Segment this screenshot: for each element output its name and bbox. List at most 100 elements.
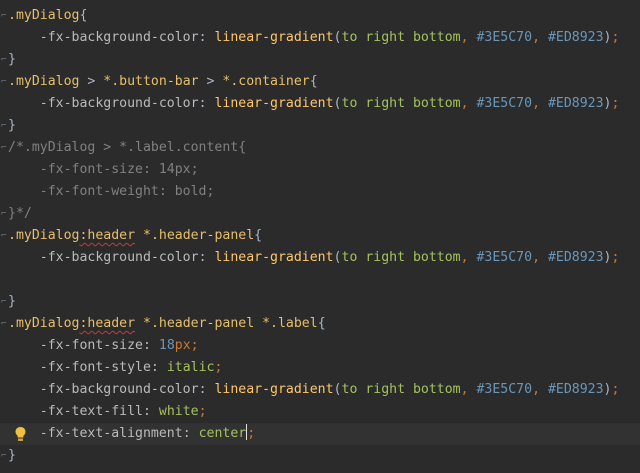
number-token: 18 bbox=[158, 338, 175, 353]
code-line[interactable]: ⌐}*/ bbox=[0, 203, 640, 225]
code-text[interactable]: .myDialog > *.button-bar > *.container{ bbox=[8, 71, 318, 93]
fold-marker-icon[interactable]: ⌐ bbox=[1, 5, 8, 27]
hex-color-token: #ED8923 bbox=[547, 382, 604, 397]
code-line[interactable]: ⌐ .myDialog:header *.header-panel *.label… bbox=[0, 313, 640, 335]
property-name-token: -fx-font-style bbox=[39, 360, 151, 375]
code-line[interactable]: ⌐ .myDialog > *.button-bar > *.container{ bbox=[0, 71, 640, 93]
code-line[interactable]: -fx-font-weight: bold; bbox=[0, 181, 640, 203]
css-selector-token: *.button-bar bbox=[103, 74, 199, 89]
code-editor[interactable]: ⌐ .myDialog{ -fx-background-color: linear… bbox=[0, 0, 640, 473]
fold-marker-icon[interactable]: ⌐ bbox=[1, 71, 8, 93]
property-name-token: -fx-font-size bbox=[39, 338, 143, 353]
text-token: { bbox=[254, 228, 263, 243]
punctuation-token: ; bbox=[611, 250, 620, 265]
css-selector-token: *.header-panel bbox=[143, 228, 255, 243]
punctuation-token: ; bbox=[611, 96, 620, 111]
text-token: : bbox=[198, 30, 215, 45]
code-text[interactable]: -fx-background-color: linear-gradient(to… bbox=[8, 93, 620, 115]
code-line[interactable]: ⌐ .myDialog{ bbox=[0, 5, 640, 27]
code-text[interactable]: -fx-background-color: linear-gradient(to… bbox=[8, 27, 620, 49]
value-keyword-token: to right bottom bbox=[341, 30, 461, 45]
code-line[interactable]: ⌐ .myDialog:header *.header-panel{ bbox=[0, 225, 640, 247]
code-line[interactable]: ⌐/*.myDialog > *.label.content{ bbox=[0, 137, 640, 159]
text-token: ( bbox=[333, 96, 342, 111]
hex-color-token: #3E5C70 bbox=[476, 96, 533, 111]
code-text[interactable]: } bbox=[8, 115, 16, 137]
fold-marker-icon[interactable]: ⌐ bbox=[1, 49, 8, 71]
text-token: } bbox=[8, 52, 16, 67]
pseudo-class-token: :header bbox=[79, 228, 136, 243]
punctuation-token: ; bbox=[247, 426, 256, 441]
css-selector-token: .myDialog bbox=[8, 8, 80, 23]
fold-marker-icon[interactable]: ⌐ bbox=[1, 291, 8, 313]
code-text[interactable]: -fx-font-style: italic; bbox=[8, 357, 223, 379]
code-line[interactable]: ⌐} bbox=[0, 115, 640, 137]
code-text[interactable]: .myDialog{ bbox=[8, 5, 87, 27]
punctuation-token: , bbox=[460, 382, 477, 397]
text-token: ( bbox=[333, 30, 342, 45]
code-text[interactable]: } bbox=[8, 49, 16, 71]
fold-marker-icon[interactable]: ⌐ bbox=[1, 313, 8, 335]
value-keyword-token: to right bottom bbox=[341, 250, 461, 265]
value-keyword-token: to right bottom bbox=[341, 382, 461, 397]
code-line[interactable]: ⌐} bbox=[0, 291, 640, 313]
punctuation-token: , bbox=[460, 96, 477, 111]
punctuation-token: , bbox=[460, 250, 477, 265]
code-text[interactable]: -fx-text-alignment: center; bbox=[8, 423, 255, 445]
code-line[interactable]: ⌐} bbox=[0, 445, 640, 467]
code-line[interactable]: -fx-background-color: linear-gradient(to… bbox=[0, 93, 640, 115]
fold-marker-icon[interactable]: ⌐ bbox=[1, 203, 8, 225]
property-name-token: -fx-text-fill bbox=[39, 404, 143, 419]
code-line[interactable]: -fx-background-color: linear-gradient(to… bbox=[0, 379, 640, 401]
code-text[interactable]: .myDialog:header *.header-panel{ bbox=[8, 225, 262, 247]
code-text[interactable]: -fx-background-color: linear-gradient(to… bbox=[8, 247, 620, 269]
code-line[interactable]: ⌐} bbox=[0, 49, 640, 71]
property-name-token: -fx-background-color bbox=[39, 382, 199, 397]
code-line[interactable]: -fx-font-style: italic; bbox=[0, 357, 640, 379]
code-text[interactable]: -fx-font-size: 18px; bbox=[8, 335, 199, 357]
code-text[interactable]: -fx-font-size: 14px; bbox=[8, 159, 199, 181]
code-text[interactable]: } bbox=[8, 291, 16, 313]
css-selector-token: *.header-panel bbox=[143, 316, 255, 331]
punctuation-token: , bbox=[532, 250, 548, 265]
code-text[interactable]: }*/ bbox=[8, 203, 32, 225]
code-line[interactable]: -fx-text-alignment: center; bbox=[0, 423, 640, 445]
code-text[interactable]: -fx-text-fill: white; bbox=[8, 401, 207, 423]
code-line[interactable]: -fx-background-color: linear-gradient(to… bbox=[0, 247, 640, 269]
css-selector-token: .myDialog bbox=[8, 228, 80, 243]
fold-marker-icon[interactable]: ⌐ bbox=[1, 225, 8, 247]
fold-marker-icon[interactable]: ⌐ bbox=[1, 115, 8, 137]
code-text[interactable]: .myDialog:header *.header-panel *.label{ bbox=[8, 313, 326, 335]
property-name-token: -fx-background-color bbox=[39, 250, 199, 265]
punctuation-token: ; bbox=[611, 382, 620, 397]
hex-color-token: #3E5C70 bbox=[476, 30, 533, 45]
code-line[interactable]: -fx-text-fill: white; bbox=[0, 401, 640, 423]
code-text[interactable]: /*.myDialog > *.label.content{ bbox=[8, 137, 246, 159]
code-text[interactable]: -fx-font-weight: bold; bbox=[8, 181, 215, 203]
comment-token: -fx-font-size: 14px; bbox=[8, 162, 199, 177]
code-text[interactable]: } bbox=[8, 445, 16, 467]
code-line[interactable]: -fx-font-size: 14px; bbox=[0, 159, 640, 181]
hex-color-token: #ED8923 bbox=[547, 250, 604, 265]
fold-marker-icon[interactable]: ⌐ bbox=[1, 137, 8, 159]
text-token: : bbox=[142, 338, 159, 353]
text-token: } bbox=[8, 118, 16, 133]
code-text[interactable]: -fx-background-color: linear-gradient(to… bbox=[8, 379, 620, 401]
text-token: : bbox=[198, 250, 215, 265]
punctuation-token: , bbox=[532, 30, 548, 45]
hex-color-token: #ED8923 bbox=[547, 96, 604, 111]
code-lines[interactable]: ⌐ .myDialog{ -fx-background-color: linear… bbox=[0, 5, 640, 467]
code-line[interactable]: -fx-background-color: linear-gradient(to… bbox=[0, 27, 640, 49]
code-line[interactable]: -fx-font-size: 18px; bbox=[0, 335, 640, 357]
code-line[interactable] bbox=[0, 269, 640, 291]
text-token: ( bbox=[333, 382, 342, 397]
text-token: > bbox=[79, 74, 104, 89]
fold-marker-icon[interactable]: ⌐ bbox=[1, 445, 8, 467]
hex-color-token: #ED8923 bbox=[547, 30, 604, 45]
